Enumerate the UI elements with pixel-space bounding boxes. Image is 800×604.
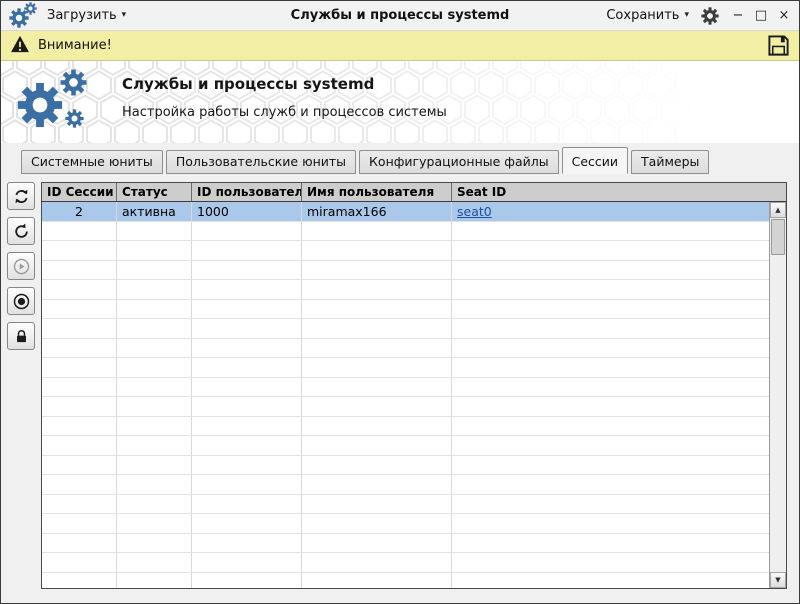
- app-gears-icon: [9, 2, 39, 29]
- tab-config-files[interactable]: Конфигурационные файлы: [359, 150, 559, 174]
- empty-row: [42, 436, 769, 456]
- refresh-button[interactable]: [7, 182, 35, 210]
- app-window: Загрузить ▾ Службы и процессы systemd Со…: [0, 0, 800, 604]
- empty-row: [42, 417, 769, 437]
- empty-row: [42, 280, 769, 300]
- session-id-cell: 2: [42, 202, 117, 221]
- scroll-up-button[interactable]: ▲: [770, 202, 786, 218]
- column-header[interactable]: Имя пользователя: [302, 183, 452, 201]
- tab-bar: Системные юнитыПользовательские юнитыКон…: [1, 143, 799, 174]
- scrollbar-thumb[interactable]: [771, 219, 785, 255]
- warning-triangle-icon: [10, 35, 30, 57]
- tab-system-units[interactable]: Системные юниты: [21, 150, 163, 174]
- banner-subtitle: Настройка работы служб и процессов систе…: [122, 105, 447, 120]
- tab-sessions[interactable]: Сессии: [562, 147, 628, 174]
- refresh-icon: [13, 188, 30, 205]
- status-cell: активна: [117, 202, 192, 221]
- empty-row: [42, 475, 769, 495]
- restart-icon: [13, 223, 30, 240]
- empty-row: [42, 573, 769, 589]
- tab-user-units[interactable]: Пользовательские юниты: [166, 150, 356, 174]
- maximize-button[interactable]: □: [754, 9, 768, 22]
- side-toolbar: [6, 182, 36, 589]
- save-button-label: Сохранить: [606, 8, 679, 23]
- empty-row: [42, 339, 769, 359]
- empty-row: [42, 397, 769, 417]
- username-cell: miramax166: [302, 202, 452, 221]
- vertical-scrollbar[interactable]: ▲ ▼: [769, 202, 786, 588]
- lock-icon: [14, 329, 29, 344]
- table-body: 2активна1000miramax166 seat0: [42, 202, 769, 588]
- minimize-button[interactable]: −: [731, 9, 745, 22]
- table-header: ID СессииСтатусID пользователяИмя пользо…: [42, 183, 786, 202]
- empty-row: [42, 300, 769, 320]
- save-button[interactable]: Сохранить ▾: [606, 8, 689, 23]
- window-title: Службы и процессы systemd: [291, 8, 510, 23]
- header-banner: Службы и процессы systemd Настройка рабо…: [1, 61, 799, 143]
- empty-row: [42, 534, 769, 554]
- warning-label: Внимание!: [38, 38, 112, 53]
- empty-row: [42, 319, 769, 339]
- empty-row: [42, 241, 769, 261]
- empty-row: [42, 456, 769, 476]
- warning-bar: Внимание!: [1, 31, 799, 61]
- chevron-down-icon: ▾: [122, 11, 127, 20]
- settings-gear-icon[interactable]: [701, 7, 719, 25]
- empty-row: [42, 222, 769, 242]
- app-logo-gears-icon: [17, 67, 107, 137]
- stop-button[interactable]: [7, 287, 35, 315]
- load-button-label: Загрузить: [47, 8, 117, 23]
- column-header[interactable]: ID Сессии: [42, 183, 117, 201]
- start-button[interactable]: [7, 252, 35, 280]
- content-area: ID СессииСтатусID пользователяИмя пользо…: [1, 174, 799, 603]
- scroll-down-button[interactable]: ▼: [770, 572, 786, 588]
- tab-timers[interactable]: Таймеры: [631, 150, 709, 174]
- empty-row: [42, 261, 769, 281]
- empty-row: [42, 553, 769, 573]
- empty-row: [42, 514, 769, 534]
- empty-row: [42, 358, 769, 378]
- stop-icon: [13, 293, 30, 310]
- empty-row: [42, 495, 769, 515]
- close-button[interactable]: ×: [777, 9, 791, 22]
- seat-id-cell: seat0: [452, 202, 769, 221]
- restart-button[interactable]: [7, 217, 35, 245]
- title-bar: Загрузить ▾ Службы и процессы systemd Со…: [1, 1, 799, 31]
- column-header[interactable]: Seat ID: [452, 183, 786, 201]
- empty-row: [42, 378, 769, 398]
- load-button[interactable]: Загрузить ▾: [47, 8, 126, 23]
- banner-title: Службы и процессы systemd: [122, 75, 447, 93]
- sessions-table: ID СессииСтатусID пользователяИмя пользо…: [41, 182, 787, 589]
- session-row[interactable]: 2активна1000miramax166 seat0: [42, 202, 769, 222]
- chevron-down-icon: ▾: [684, 11, 689, 20]
- lock-button[interactable]: [7, 322, 35, 350]
- column-header[interactable]: Статус: [117, 183, 192, 201]
- seat-link[interactable]: seat0: [457, 204, 492, 219]
- save-to-file-icon[interactable]: [767, 34, 790, 57]
- play-icon: [13, 258, 30, 275]
- column-header[interactable]: ID пользователя: [192, 183, 302, 201]
- user-id-cell: 1000: [192, 202, 302, 221]
